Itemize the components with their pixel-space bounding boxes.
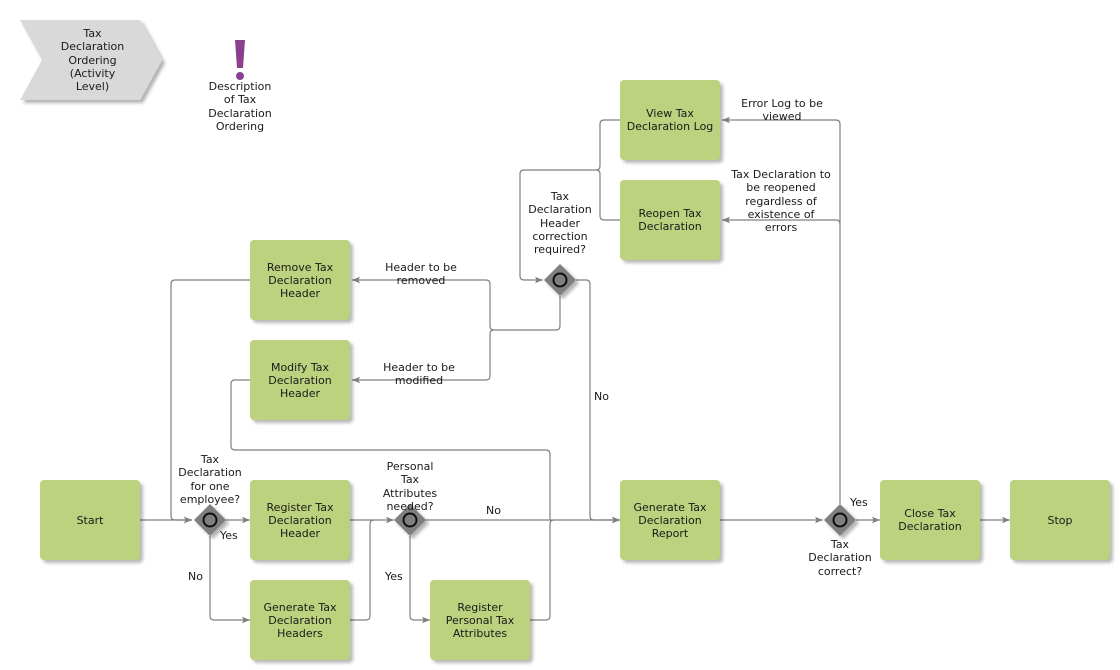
edge-generate-to-gw2 <box>350 519 375 621</box>
activity-stop[interactable]: Stop <box>1010 480 1110 560</box>
activity-label: Register Tax Declaration Header <box>266 500 334 540</box>
edge-label-no-generate: No <box>188 570 203 583</box>
process-title: Tax Declaration Ordering (Activity Level… <box>60 27 125 94</box>
edge-label-log-viewed: Error Log to be viewed <box>741 97 823 124</box>
edge-label-yes-close: Yes <box>850 496 868 509</box>
activity-label: Start <box>76 513 104 527</box>
activity-label: Register Personal Tax Attributes <box>445 600 515 640</box>
gateway-header-correction[interactable] <box>544 264 576 296</box>
activity-register-header[interactable]: Register Tax Declaration Header <box>250 480 350 560</box>
activity-remove-header[interactable]: Remove Tax Declaration Header <box>250 240 350 320</box>
edge-label-no-report: No <box>486 504 501 517</box>
activity-label: Generate Tax Declaration Report <box>633 500 707 540</box>
activity-label: View Tax Declaration Log <box>626 107 714 133</box>
edge-label-yes-register: Yes <box>220 529 238 542</box>
activity-register-personal[interactable]: Register Personal Tax Attributes <box>430 580 530 660</box>
edge-label-no-correction: No <box>594 390 609 403</box>
gateway-label-header-correction: Tax Declaration Header correction requir… <box>528 190 592 257</box>
process-canvas <box>20 20 1010 624</box>
activity-view-log[interactable]: View Tax Declaration Log <box>620 80 720 160</box>
activity-label: Modify Tax Declaration Header <box>268 360 332 400</box>
edge-gw2-to-personal <box>409 536 430 624</box>
activity-label: Close Tax Declaration <box>898 507 962 533</box>
activity-modify-header[interactable]: Modify Tax Declaration Header <box>250 340 350 420</box>
activity-generate-report[interactable]: Generate Tax Declaration Report <box>620 480 720 560</box>
activity-label: Stop <box>1047 513 1073 527</box>
activity-label: Generate Tax Declaration Headers <box>263 600 337 640</box>
activity-generate-headers[interactable]: Generate Tax Declaration Headers <box>250 580 350 660</box>
activity-reopen[interactable]: Reopen Tax Declaration <box>620 180 720 260</box>
edge-label-header-removed: Header to be removed <box>385 261 457 288</box>
gateway-label-one-employee: Tax Declaration for one employee? <box>178 453 242 506</box>
gateway-label-correct: Tax Declaration correct? <box>808 538 872 578</box>
process-description[interactable]: Description of Tax Declaration Ordering <box>200 80 280 133</box>
gateway-label-personal-attrs: Personal Tax Attributes needed? <box>382 460 438 513</box>
exclamation-icon[interactable] <box>235 40 245 80</box>
edge-label-reopened: Tax Declaration to be reopened regardles… <box>731 168 831 235</box>
activity-close[interactable]: Close Tax Declaration <box>880 480 980 560</box>
edge-label-header-modified: Header to be modified <box>383 361 455 388</box>
edge-personal-to-report <box>530 519 555 621</box>
activity-start[interactable]: Start <box>40 480 140 560</box>
edge-label-yes-personal: Yes <box>385 570 403 583</box>
edge-gw1-to-generate <box>209 536 250 624</box>
activity-label: Reopen Tax Declaration <box>638 207 702 233</box>
activity-label: Remove Tax Declaration Header <box>266 260 334 300</box>
